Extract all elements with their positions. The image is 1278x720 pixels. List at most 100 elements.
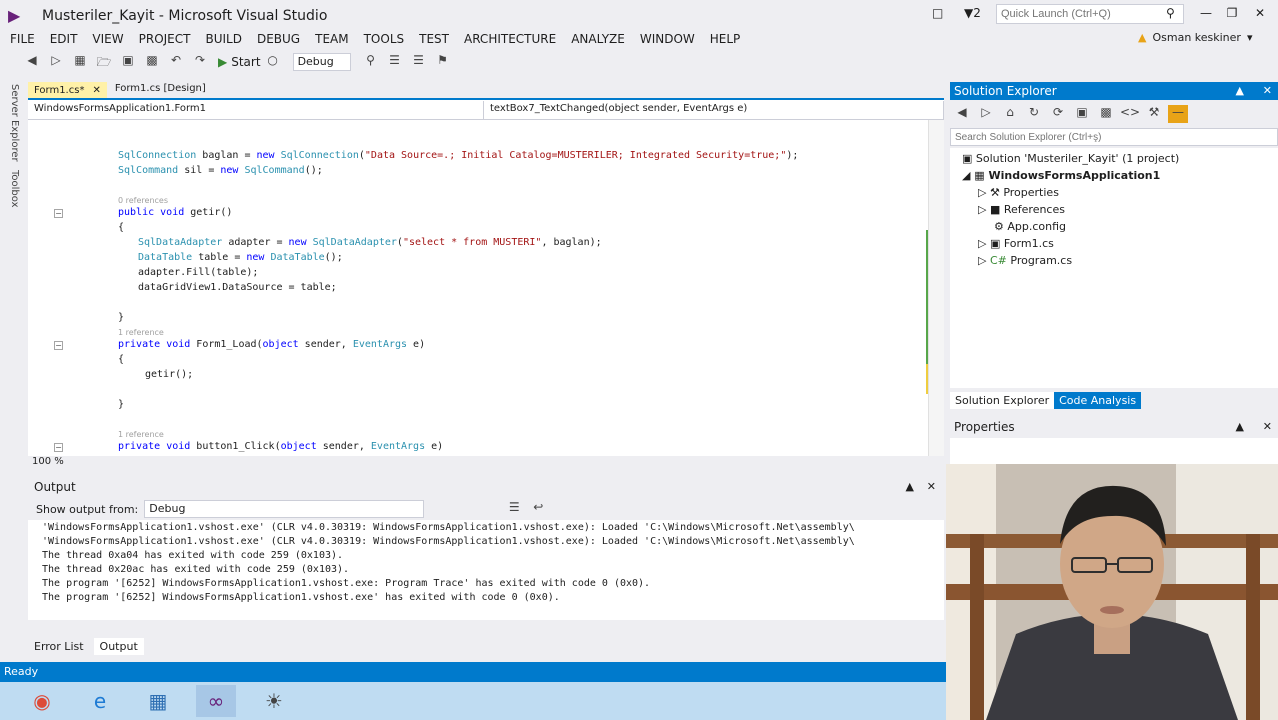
tree-item-form1[interactable]: ▷ ▣ Form1.cs [978, 237, 1054, 250]
code-line[interactable]: SqlDataAdapter adapter = new SqlDataAdap… [138, 237, 602, 251]
menu-edit[interactable]: EDIT [50, 32, 78, 46]
visual-studio-taskbar-icon[interactable]: ∞ [196, 685, 236, 717]
code-line[interactable]: adapter.Fill(table); [138, 267, 258, 281]
search-icon[interactable]: ⚲ [1166, 6, 1175, 20]
code-line[interactable]: public void getir() [118, 207, 232, 221]
menu-build[interactable]: BUILD [205, 32, 241, 46]
toolbox-tab[interactable]: Toolbox [9, 166, 20, 212]
tree-item-project[interactable]: ◢ ▦ WindowsFormsApplication1 [962, 169, 1160, 182]
collapsed-icon[interactable]: ▷ [978, 254, 990, 267]
collapse-toggle[interactable]: − [54, 443, 63, 452]
tree-item-solution[interactable]: ▣ Solution 'Musteriler_Kayit' (1 project… [962, 152, 1179, 165]
menu-test[interactable]: TEST [419, 32, 449, 46]
tree-item-program[interactable]: ▷ C# Program.cs [978, 254, 1072, 267]
code-editor[interactable]: SqlConnection baglan = new SqlConnection… [28, 120, 944, 456]
minimize-icon[interactable]: — [1196, 6, 1216, 20]
tab-output[interactable]: Output [93, 637, 144, 655]
view-code-icon[interactable]: <> [1120, 105, 1140, 123]
refresh-icon[interactable]: ⟳ [1048, 105, 1068, 123]
menu-debug[interactable]: DEBUG [257, 32, 300, 46]
chrome-icon[interactable]: ◉ [22, 685, 62, 717]
member-scope-select[interactable]: textBox7_TextChanged(object sender, Even… [484, 100, 944, 119]
feedback-icon[interactable]: □ [932, 6, 948, 20]
tab-error-list[interactable]: Error List [28, 638, 90, 655]
user-account[interactable]: ▲ Osman keskiner ▾ [1138, 31, 1252, 44]
tab-form1-cs[interactable]: Form1.cs* ✕ [28, 82, 107, 98]
code-line[interactable]: DataTable table = new DataTable(); [138, 252, 343, 266]
collapsed-icon[interactable]: ▷ [978, 186, 990, 199]
editor-vertical-scrollbar[interactable] [928, 120, 944, 456]
undo-icon[interactable]: ↶ [166, 53, 186, 71]
editor-horizontal-scrollbar[interactable]: 100 % [28, 456, 944, 470]
code-line[interactable]: } [118, 312, 124, 326]
code-line[interactable]: private void Form1_Load(object sender, E… [118, 339, 425, 353]
output-horizontal-scrollbar[interactable] [28, 620, 944, 634]
menu-view[interactable]: VIEW [92, 32, 123, 46]
redo-icon[interactable]: ↷ [190, 53, 210, 71]
tree-item-properties[interactable]: ▷ ⚒ Properties [978, 186, 1059, 199]
close-icon[interactable]: ✕ [1263, 84, 1272, 97]
close-icon[interactable]: ✕ [1263, 420, 1272, 433]
maximize-icon[interactable]: ❐ [1222, 6, 1242, 20]
back-icon[interactable]: ◀ [22, 53, 42, 71]
tab-form1-design[interactable]: Form1.cs [Design] [109, 82, 212, 98]
expand-icon[interactable]: ◢ [962, 169, 974, 182]
pin-icon[interactable]: ▲ [1236, 420, 1244, 433]
bookmark-icon[interactable]: ⚑ [433, 53, 453, 71]
properties-icon[interactable]: ⚒ [1144, 105, 1164, 123]
code-line[interactable]: SqlCommand sil = new SqlCommand(); [118, 165, 323, 179]
output-source-select[interactable]: Debug [144, 500, 425, 518]
comment-icon[interactable]: ☰ [385, 53, 405, 71]
clear-all-icon[interactable]: ☰ [504, 500, 524, 518]
find-icon[interactable]: ⚲ [361, 53, 381, 71]
tab-code-analysis[interactable]: Code Analysis [1054, 391, 1142, 409]
menu-analyze[interactable]: ANALYZE [571, 32, 625, 46]
open-file-icon[interactable]: 🗁 [94, 53, 114, 71]
recording-app-icon[interactable]: ☀ [254, 685, 294, 717]
collapse-toggle[interactable]: − [54, 209, 63, 218]
forward-icon[interactable]: ▷ [976, 105, 996, 123]
sync-icon[interactable]: ↻ [1024, 105, 1044, 123]
references-codelens[interactable]: 0 references [118, 196, 168, 205]
menu-architecture[interactable]: ARCHITECTURE [464, 32, 556, 46]
word-wrap-icon[interactable]: ↩ [528, 500, 548, 518]
attach-icon[interactable]: ○ [263, 53, 283, 71]
save-icon[interactable]: ▣ [118, 53, 138, 71]
references-codelens[interactable]: 1 reference [118, 430, 164, 439]
uncomment-icon[interactable]: ☰ [409, 53, 429, 71]
code-line[interactable]: { [118, 222, 124, 236]
preview-icon[interactable]: — [1168, 105, 1188, 123]
output-text[interactable]: 'WindowsFormsApplication1.vshost.exe' (C… [28, 520, 944, 620]
forward-icon[interactable]: ▷ [46, 53, 66, 71]
code-line[interactable]: SqlConnection baglan = new SqlConnection… [118, 150, 798, 164]
new-project-icon[interactable]: ▦ [70, 53, 90, 71]
notifications-button[interactable]: ▼ 2 [964, 6, 981, 20]
back-icon[interactable]: ◀ [952, 105, 972, 123]
collapse-toggle[interactable]: − [54, 341, 63, 350]
menu-window[interactable]: WINDOW [640, 32, 695, 46]
menu-tools[interactable]: TOOLS [364, 32, 405, 46]
solution-explorer-search-input[interactable] [950, 128, 1278, 146]
code-line[interactable]: { [118, 354, 124, 368]
tab-solution-explorer[interactable]: Solution Explorer [950, 391, 1055, 409]
zoom-level[interactable]: 100 % [32, 456, 64, 467]
menu-team[interactable]: TEAM [315, 32, 348, 46]
menu-help[interactable]: HELP [710, 32, 741, 46]
pin-icon[interactable]: ▲ [1236, 84, 1244, 97]
code-line[interactable]: } [118, 399, 124, 413]
collapsed-icon[interactable]: ▷ [978, 237, 990, 250]
class-scope-select[interactable]: WindowsFormsApplication1.Form1 [28, 100, 484, 119]
start-debugging-button[interactable]: ▶ Start [218, 55, 261, 69]
collapse-all-icon[interactable]: ▣ [1072, 105, 1092, 123]
collapsed-icon[interactable]: ▷ [978, 203, 990, 216]
close-icon[interactable]: ✕ [1250, 6, 1270, 20]
server-explorer-tab[interactable]: Server Explorer [9, 80, 20, 166]
tree-item-app-config[interactable]: ⚙ App.config [994, 220, 1066, 233]
internet-explorer-icon[interactable]: e [80, 685, 120, 717]
tree-item-references[interactable]: ▷ ■ References [978, 203, 1065, 216]
pin-icon[interactable]: ▲ [906, 480, 914, 493]
menu-project[interactable]: PROJECT [139, 32, 191, 46]
solution-configuration-select[interactable]: Debug [292, 53, 351, 71]
home-icon[interactable]: ⌂ [1000, 105, 1020, 123]
menu-file[interactable]: FILE [10, 32, 35, 46]
